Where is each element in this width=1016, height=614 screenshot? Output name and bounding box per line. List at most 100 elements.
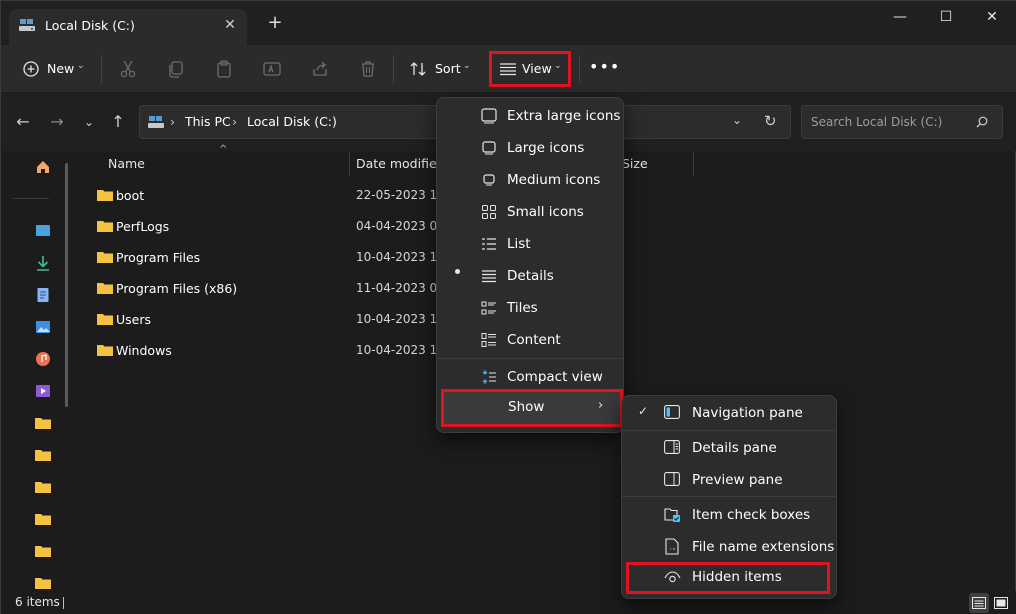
file-name: Program Files <box>116 250 201 265</box>
menu-item-extra-large-icons[interactable]: Extra large icons <box>437 100 623 132</box>
tiles-icon <box>481 301 496 315</box>
separator <box>579 55 580 83</box>
scrollbar[interactable] <box>65 163 68 407</box>
details-pane-icon <box>664 440 680 454</box>
details-view-icon <box>972 597 986 609</box>
details-view-toggle[interactable] <box>969 593 989 613</box>
menu-item-show[interactable]: Show › <box>441 389 623 427</box>
view-lines-icon <box>500 63 516 76</box>
share-icon[interactable] <box>310 59 330 79</box>
tab-local-disk[interactable]: Local Disk (C:) ✕ <box>9 9 247 45</box>
file-name: Program Files (x86) <box>116 281 238 296</box>
folder-icon <box>97 283 113 294</box>
folder-icon <box>97 314 113 325</box>
paste-icon[interactable] <box>214 59 234 79</box>
breadcrumb-this-pc[interactable]: This PC <box>185 114 231 129</box>
small-icons-icon <box>482 205 496 219</box>
list-icon <box>482 238 496 250</box>
menu-item-large-icons[interactable]: Large icons <box>437 132 623 164</box>
column-header-date-modified[interactable]: Date modified <box>356 156 445 171</box>
navigation-pane <box>1 151 73 591</box>
music-icon[interactable] <box>35 351 51 367</box>
folder-icon[interactable] <box>35 511 51 527</box>
up-arrow-icon[interactable]: ↑ <box>107 111 129 133</box>
menu-item-preview-pane[interactable]: Preview pane <box>622 464 836 496</box>
tab-title: Local Disk (C:) <box>45 18 135 33</box>
menu-item-label: Navigation pane <box>692 405 803 421</box>
menu-item-file-name-extensions[interactable]: File name extensions <box>622 531 836 563</box>
chevron-right-icon: › <box>598 398 604 413</box>
maximize-button[interactable]: ☐ <box>923 7 969 27</box>
content-icon <box>481 333 496 347</box>
menu-item-hidden-items[interactable]: Hidden items <box>626 562 830 594</box>
home-icon[interactable] <box>35 159 51 175</box>
column-header-name[interactable]: Name <box>108 156 145 171</box>
refresh-icon[interactable]: ↻ <box>764 112 777 130</box>
medium-icons-icon <box>483 174 495 186</box>
documents-icon[interactable] <box>35 287 51 303</box>
tiles-view-icon <box>994 597 1008 609</box>
folder-icon[interactable] <box>35 479 51 495</box>
menu-item-details-pane[interactable]: Details pane <box>622 432 836 464</box>
item-count: 6 items <box>15 595 60 609</box>
search-icon <box>976 116 988 128</box>
extra-large-icons-icon <box>481 108 497 124</box>
rename-icon[interactable] <box>262 59 282 79</box>
breadcrumb-chevron-icon: › <box>170 114 175 129</box>
menu-item-label: Hidden items <box>692 569 782 585</box>
recent-locations-chevron-icon[interactable]: ⌄ <box>78 111 100 133</box>
menu-item-label: File name extensions <box>692 539 835 555</box>
desktop-icon[interactable] <box>35 223 51 239</box>
close-button[interactable]: ✕ <box>969 7 1015 27</box>
menu-item-medium-icons[interactable]: Medium icons <box>437 164 623 196</box>
cut-icon[interactable] <box>118 59 138 79</box>
menu-item-label: Large icons <box>507 140 585 156</box>
selected-bullet-icon <box>455 269 460 274</box>
column-divider[interactable] <box>349 151 350 177</box>
menu-item-label: List <box>507 236 531 252</box>
delete-icon[interactable] <box>358 59 378 79</box>
plus-circle-icon <box>23 61 39 77</box>
videos-icon[interactable] <box>35 383 51 399</box>
breadcrumb-local-disk[interactable]: Local Disk (C:) <box>247 114 337 129</box>
sort-ascending-icon: ^ <box>219 144 228 155</box>
file-name: boot <box>116 188 145 203</box>
menu-item-label: Preview pane <box>692 472 783 488</box>
menu-item-list[interactable]: List <box>437 228 623 260</box>
folder-icon[interactable] <box>35 575 51 591</box>
menu-item-content[interactable]: Content <box>437 324 623 356</box>
separator <box>13 198 49 199</box>
folder-icon[interactable] <box>35 543 51 559</box>
address-dropdown-chevron-icon[interactable]: ⌄ <box>732 113 742 127</box>
menu-item-label: Details <box>507 268 554 284</box>
folder-icon[interactable] <box>35 415 51 431</box>
tab-close-icon[interactable]: ✕ <box>221 16 239 34</box>
menu-item-tiles[interactable]: Tiles <box>437 292 623 324</box>
new-button[interactable]: New ⌄ <box>15 53 91 85</box>
menu-item-item-check-boxes[interactable]: Item check boxes <box>622 499 836 531</box>
compact-view-icon <box>482 370 496 384</box>
new-label: New <box>47 61 75 76</box>
search-box[interactable]: Search Local Disk (C:) <box>801 105 1003 139</box>
downloads-icon[interactable] <box>35 255 51 271</box>
preview-pane-icon <box>664 472 680 486</box>
menu-item-navigation-pane[interactable]: ✓ Navigation pane <box>622 396 836 430</box>
view-label: View <box>522 61 552 76</box>
tiles-view-toggle[interactable] <box>991 593 1011 613</box>
separator <box>393 55 394 83</box>
new-tab-button[interactable]: + <box>265 13 285 33</box>
column-divider[interactable] <box>693 151 694 177</box>
minimize-button[interactable]: — <box>877 7 923 27</box>
view-menu: Extra large icons Large icons Medium ico… <box>436 97 624 433</box>
more-options-button[interactable]: ••• <box>589 57 619 81</box>
view-button[interactable]: View ⌄ <box>489 51 571 87</box>
forward-arrow-icon[interactable]: → <box>46 111 68 133</box>
back-arrow-icon[interactable]: ← <box>12 111 34 133</box>
folder-icon[interactable] <box>35 447 51 463</box>
copy-icon[interactable] <box>166 59 186 79</box>
pictures-icon[interactable] <box>35 319 51 335</box>
menu-item-details[interactable]: Details <box>437 260 623 292</box>
menu-item-small-icons[interactable]: Small icons <box>437 196 623 228</box>
sort-button[interactable]: Sort ⌄ <box>403 53 473 85</box>
column-header-size[interactable]: Size <box>622 156 648 171</box>
